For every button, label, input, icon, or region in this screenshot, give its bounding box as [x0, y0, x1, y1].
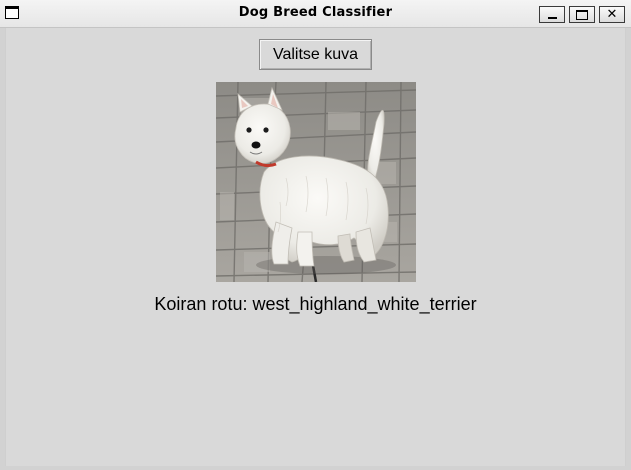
dog-image — [216, 82, 416, 282]
choose-image-button[interactable]: Valitse kuva — [259, 39, 372, 70]
minimize-icon — [547, 17, 557, 19]
maximize-button[interactable] — [569, 6, 595, 23]
window-border-right — [626, 28, 631, 470]
window-title: Dog Breed Classifier — [238, 5, 393, 20]
window-border-bottom — [0, 466, 631, 470]
close-icon: ✕ — [606, 7, 618, 22]
maximize-icon — [576, 9, 588, 20]
minimize-button[interactable] — [539, 6, 565, 23]
close-button[interactable]: ✕ — [599, 6, 625, 23]
title-bar[interactable]: Dog Breed Classifier ✕ — [0, 0, 631, 28]
app-window: Dog Breed Classifier ✕ Valitse kuva Koir… — [0, 0, 631, 470]
breed-result-label: Koiran rotu: west_highland_white_terrier — [154, 294, 477, 314]
